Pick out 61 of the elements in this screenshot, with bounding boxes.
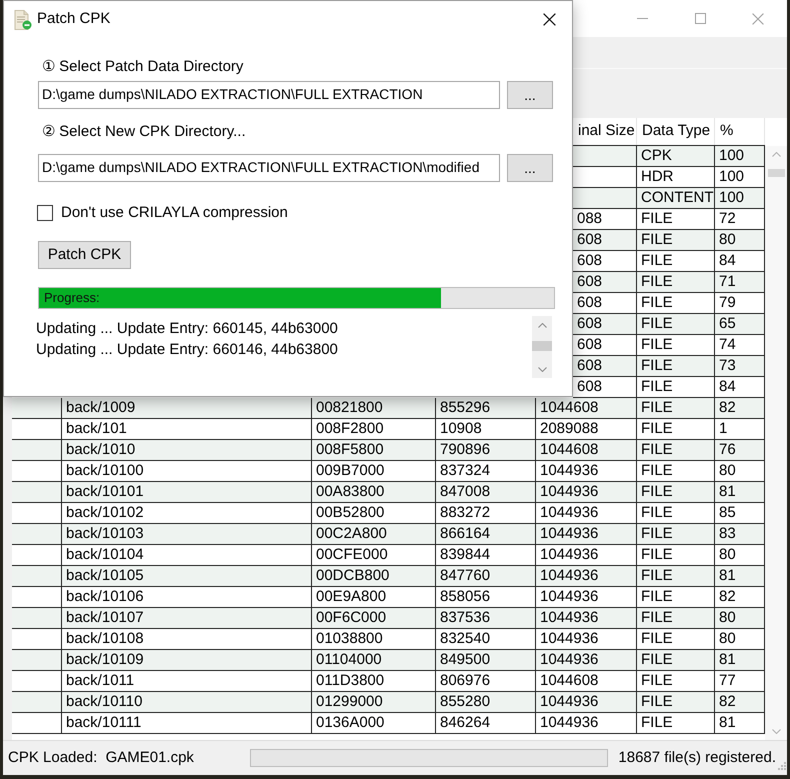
table-row[interactable]: back/10106 00E9A800 858056 1044936 FILE 82 <box>12 587 765 608</box>
chevron-down-icon[interactable] <box>538 367 546 372</box>
table-row[interactable]: back/10104 00CFE000 839844 1044936 FILE 80 <box>12 545 765 566</box>
scrollbar[interactable] <box>765 146 787 740</box>
field-label: ② Select New CPK Directory... <box>41 122 247 142</box>
table-cell: FILE <box>637 713 715 734</box>
scrollbar-thumb[interactable] <box>532 341 552 351</box>
file-count-text: 18687 file(s) registered. <box>618 748 776 768</box>
checkbox[interactable] <box>37 205 53 221</box>
table-row[interactable]: back/1011 011D3800 806976 1044608 FILE 77 <box>12 671 765 692</box>
browse-button[interactable]: ... <box>507 81 553 109</box>
dialog-title: Patch CPK <box>37 9 110 30</box>
document-icon <box>14 10 32 30</box>
table-cell: 846264 <box>436 713 536 734</box>
browse-button[interactable]: ... <box>507 154 553 182</box>
table-row[interactable]: CPK 100 <box>573 146 765 167</box>
maximize-icon[interactable] <box>694 13 706 24</box>
path-field[interactable]: D:\game dumps\NILADO EXTRACTION\FULL EXTRACTION <box>38 81 500 109</box>
resize-grip-icon[interactable] <box>776 760 786 770</box>
close-icon[interactable] <box>542 13 556 26</box>
table-cell: back/10111 <box>62 713 312 734</box>
table-row[interactable]: 608 FILE 73 <box>573 356 765 377</box>
log-line: Updating ... Update Entry: 660145, 44b63000 <box>36 319 339 339</box>
chevron-down-icon[interactable] <box>772 729 780 734</box>
table-row[interactable]: back/10111 0136A000 846264 1044936 FILE 81 <box>12 713 765 734</box>
table-cell: 1044936 <box>536 713 637 734</box>
table-row[interactable]: 608 FILE 84 <box>573 251 765 272</box>
progress-label: Progress: <box>44 290 100 306</box>
table-row[interactable]: 608 FILE 71 <box>573 272 765 293</box>
table-row[interactable]: CONTENT 100 <box>573 188 765 209</box>
table-row[interactable]: back/10105 00DCB800 847760 1044936 FILE 81 <box>12 566 765 587</box>
table-row[interactable]: 608 FILE 74 <box>573 335 765 356</box>
table-row[interactable]: back/10103 00C2A800 866164 1044936 FILE 83 <box>12 524 765 545</box>
table-row[interactable]: back/1010 008F5800 790896 1044608 FILE 76 <box>12 440 765 461</box>
status-text: CPK Loaded: GAME01.cpk <box>8 748 195 768</box>
table-row[interactable]: back/10110 01299000 855280 1044936 FILE 82 <box>12 692 765 713</box>
table-row[interactable]: 608 FILE 84 <box>573 377 765 398</box>
table-row[interactable]: 608 FILE 65 <box>573 314 765 335</box>
chevron-up-icon[interactable] <box>772 152 780 157</box>
table-cell: 0136A000 <box>312 713 436 734</box>
table-row[interactable]: back/10100 009B7000 837324 1044936 FILE 80 <box>12 461 765 482</box>
table-row[interactable]: back/1009 00821800 855296 1044608 FILE 82 <box>12 398 765 419</box>
table-row[interactable]: back/10109 01104000 849500 1044936 FILE 81 <box>12 650 765 671</box>
table-row[interactable]: back/10102 00B52800 883272 1044936 FILE 85 <box>12 503 765 524</box>
table-row[interactable]: back/101 008F2800 10908 2089088 FILE 1 <box>12 419 765 440</box>
log-line: Updating ... Update Entry: 660146, 44b63800 <box>36 340 339 360</box>
minimize-icon[interactable] <box>636 18 648 19</box>
scrollbar[interactable] <box>532 316 552 378</box>
table-row[interactable]: 088 FILE 72 <box>573 209 765 230</box>
table-row[interactable]: back/10101 00A83800 847008 1044936 FILE 81 <box>12 482 765 503</box>
table-row[interactable]: back/10107 00F6C000 837536 1044936 FILE 80 <box>12 608 765 629</box>
table-row[interactable]: back/10108 01038800 832540 1044936 FILE 80 <box>12 629 765 650</box>
table-row[interactable]: HDR 100 <box>573 167 765 188</box>
checkbox-label[interactable]: Don't use CRILAYLA compression <box>61 202 288 224</box>
scrollbar-thumb[interactable] <box>768 169 784 177</box>
path-field[interactable]: D:\game dumps\NILADO EXTRACTION\FULL EXTRACTION\modified <box>38 154 500 182</box>
table-row[interactable]: 608 FILE 79 <box>573 293 765 314</box>
field-label: ① Select Patch Data Directory <box>41 57 244 77</box>
chevron-up-icon[interactable] <box>538 323 546 328</box>
table-row[interactable]: 608 FILE 80 <box>573 230 765 251</box>
patch-button[interactable]: Patch CPK <box>38 241 131 269</box>
